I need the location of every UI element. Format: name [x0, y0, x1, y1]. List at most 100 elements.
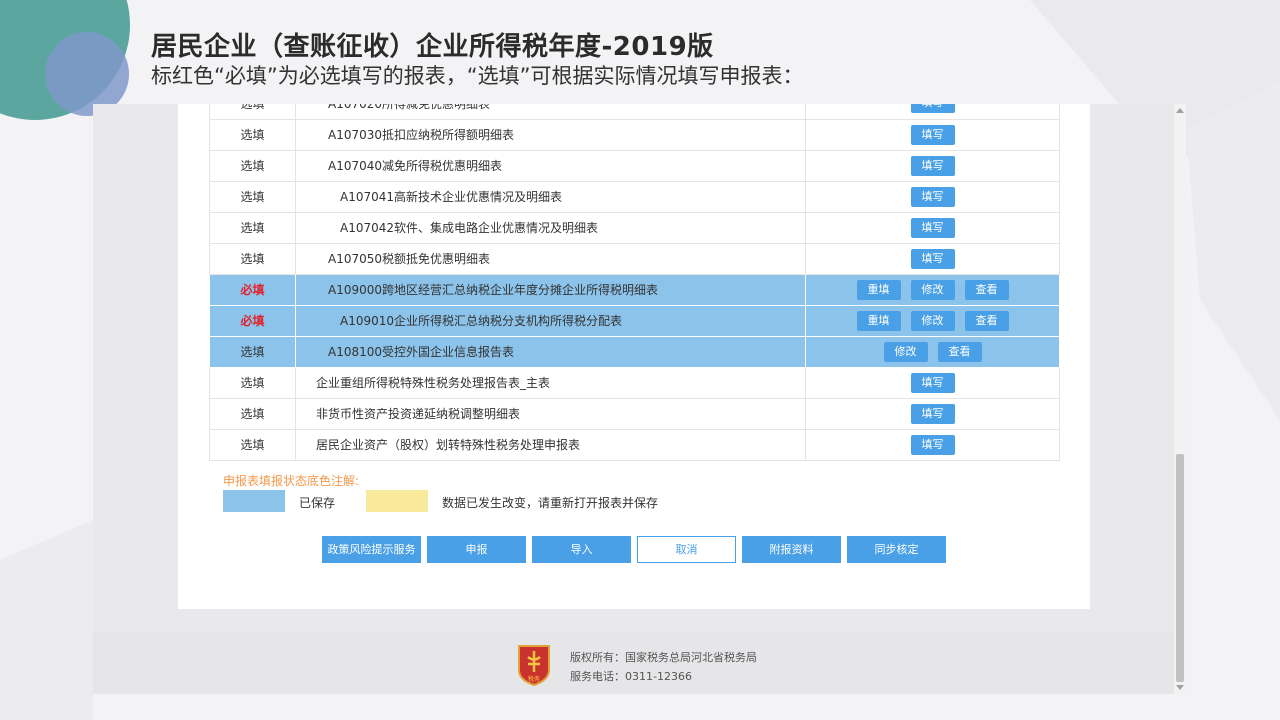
table-row: 选填 A108100受控外国企业信息报告表 修改 查看 [209, 336, 1060, 368]
optional-label: 选填 [240, 376, 265, 390]
report-table: 选填A107020所得减免优惠明细表填写选填A107030抵扣应纳税所得额明细表… [209, 104, 1060, 461]
fill-button[interactable]: 填写 [910, 155, 955, 176]
row-report-name: A107040减免所得税优惠明细表 [295, 150, 806, 182]
fill-button[interactable]: 填写 [910, 217, 955, 238]
row-status: 选填 [209, 104, 296, 120]
slide-subtitle: 标红色“必填”为必选填写的报表，“选填”可根据实际情况填写申报表： [151, 64, 804, 88]
row-actions: 填写 [805, 181, 1060, 213]
edit-button[interactable]: 修改 [910, 279, 955, 300]
view-button[interactable]: 查看 [964, 310, 1009, 331]
row-report-name: A108100受控外国企业信息报告表 [295, 336, 806, 368]
row-status: 选填 [209, 398, 296, 430]
scrollbar-thumb[interactable] [1176, 454, 1184, 682]
row-status: 选填 [209, 181, 296, 213]
table-row: 选填 A107020所得减免优惠明细表 填写 [209, 104, 1060, 120]
table-row: 选填 A107050税额抵免优惠明细表 填写 [209, 243, 1060, 275]
table-row: 必填 A109000跨地区经营汇总纳税企业年度分摊企业所得税明细表 重填 修改 查看 [209, 274, 1060, 306]
row-actions: 填写 [805, 243, 1060, 275]
optional-label: 选填 [240, 252, 265, 266]
row-actions: 填写 [805, 367, 1060, 399]
legend-swatch-changed [366, 490, 428, 512]
row-report-name: A107042软件、集成电路企业优惠情况及明细表 [295, 212, 806, 244]
sync-verify-button[interactable]: 同步核定 [847, 536, 946, 563]
table-row: 选填 A107040减免所得税优惠明细表 填写 [209, 150, 1060, 182]
row-actions: 填写 [805, 398, 1060, 430]
policy-risk-button[interactable]: 政策风险提示服务 [322, 536, 421, 563]
row-status: 选填 [209, 150, 296, 182]
row-actions: 填写 [805, 150, 1060, 182]
row-report-name: 非货币性资产投资递延纳税调整明细表 [295, 398, 806, 430]
legend-title: 申报表填报状态底色注解: [223, 474, 360, 488]
row-report-name: 居民企业资产（股权）划转特殊性税务处理申报表 [295, 429, 806, 461]
optional-label: 选填 [240, 438, 265, 452]
row-report-name: A107020所得减免优惠明细表 [295, 104, 806, 120]
footer-copyright: 版权所有：国家税务总局河北省税务局 [570, 651, 757, 664]
row-status: 选填 [209, 429, 296, 461]
attachments-button[interactable]: 附报资料 [742, 536, 841, 563]
required-label: 必填 [240, 314, 265, 328]
fill-button[interactable]: 填写 [910, 372, 955, 393]
table-row: 选填 A107041高新技术企业优惠情况及明细表 填写 [209, 181, 1060, 213]
fill-button[interactable]: 填写 [910, 104, 955, 114]
edit-button[interactable]: 修改 [883, 341, 928, 362]
row-report-name: A107030抵扣应纳税所得额明细表 [295, 119, 806, 151]
fill-button[interactable]: 填写 [910, 186, 955, 207]
row-actions: 填写 [805, 119, 1060, 151]
row-status: 选填 [209, 367, 296, 399]
import-button[interactable]: 导入 [532, 536, 631, 563]
table-row: 选填 居民企业资产（股权）划转特殊性税务处理申报表 填写 [209, 429, 1060, 461]
view-button[interactable]: 查看 [964, 279, 1009, 300]
scroll-down-arrow-icon[interactable] [1176, 685, 1184, 690]
browser-screenshot: 选填A107020所得减免优惠明细表填写选填A107030抵扣应纳税所得额明细表… [93, 104, 1186, 694]
table-row: 选填 非货币性资产投资递延纳税调整明细表 填写 [209, 398, 1060, 430]
fill-button[interactable]: 填写 [910, 124, 955, 145]
vertical-scrollbar[interactable] [1174, 104, 1186, 694]
logo-text: 税务 [528, 675, 540, 683]
row-report-name: A107041高新技术企业优惠情况及明细表 [295, 181, 806, 213]
optional-label: 选填 [240, 345, 265, 359]
row-actions: 填写 [805, 104, 1060, 120]
tax-emblem-icon: 税务 [518, 645, 550, 686]
row-report-name: A107050税额抵免优惠明细表 [295, 243, 806, 275]
legend-label-changed: 数据已发生改变，请重新打开报表并保存 [442, 496, 659, 510]
row-report-name: A109000跨地区经营汇总纳税企业年度分摊企业所得税明细表 [295, 274, 806, 306]
row-actions: 填写 [805, 429, 1060, 461]
row-status: 选填 [209, 119, 296, 151]
row-actions: 重填 修改 查看 [805, 274, 1060, 306]
scroll-up-arrow-icon[interactable] [1176, 108, 1184, 113]
row-status: 选填 [209, 243, 296, 275]
row-status: 选填 [209, 336, 296, 368]
row-status: 必填 [209, 274, 296, 306]
footer-phone: 服务电话：0311-12366 [570, 670, 692, 683]
optional-label: 选填 [240, 159, 265, 173]
slide-title: 居民企业（查账征收）企业所得税年度-2019版 [151, 32, 714, 62]
optional-label: 选填 [240, 104, 264, 111]
row-actions: 填写 [805, 212, 1060, 244]
declare-button[interactable]: 申报 [427, 536, 526, 563]
row-actions: 修改 查看 [805, 336, 1060, 368]
cancel-button[interactable]: 取消 [637, 536, 736, 563]
fill-button[interactable]: 填写 [910, 403, 955, 424]
row-status: 必填 [209, 305, 296, 337]
fill-button[interactable]: 填写 [910, 434, 955, 455]
required-label: 必填 [240, 283, 265, 297]
view-button[interactable]: 查看 [937, 341, 982, 362]
action-button-bar: 政策风险提示服务 申报 导入 取消 附报资料 同步核定 [322, 536, 946, 563]
row-actions: 重填 修改 查看 [805, 305, 1060, 337]
optional-label: 选填 [240, 407, 265, 421]
optional-label: 选填 [240, 190, 265, 204]
row-report-name: 企业重组所得税特殊性税务处理报告表_主表 [295, 367, 806, 399]
fill-button[interactable]: 填写 [910, 248, 955, 269]
optional-label: 选填 [240, 128, 265, 142]
optional-label: 选填 [240, 221, 265, 235]
refill-button[interactable]: 重填 [856, 279, 901, 300]
table-row: 选填 A107042软件、集成电路企业优惠情况及明细表 填写 [209, 212, 1060, 244]
refill-button[interactable]: 重填 [856, 310, 901, 331]
table-row: 选填 A107030抵扣应纳税所得额明细表 填写 [209, 119, 1060, 151]
legend-label-saved: 已保存 [299, 496, 336, 510]
table-row: 必填 A109010企业所得税汇总纳税分支机构所得税分配表 重填 修改 查看 [209, 305, 1060, 337]
page-footer: 税务 版权所有：国家税务总局河北省税务局 服务电话：0311-12366 [93, 632, 1174, 694]
legend-swatch-saved [223, 490, 285, 512]
row-status: 选填 [209, 212, 296, 244]
edit-button[interactable]: 修改 [910, 310, 955, 331]
